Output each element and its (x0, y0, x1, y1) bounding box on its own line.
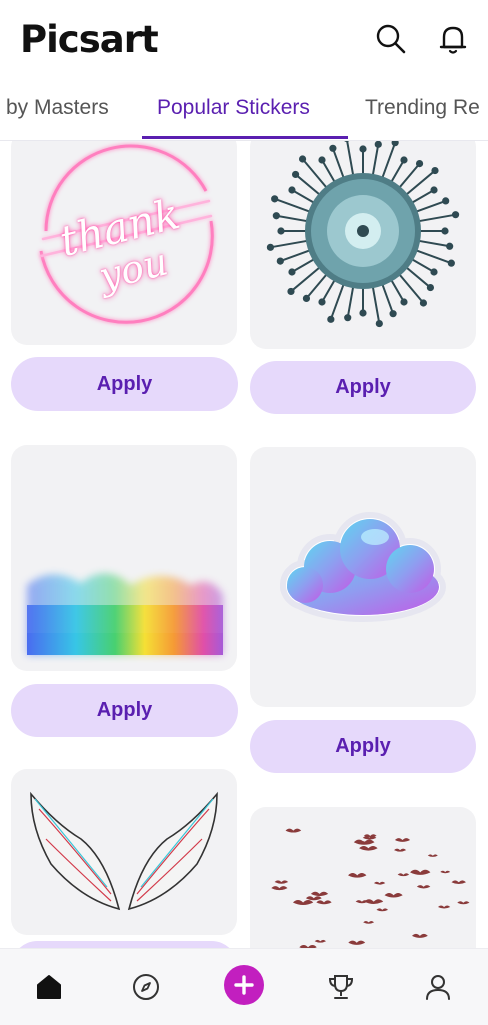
sticker-feed[interactable]: thank you Apply Apply (0, 141, 488, 948)
apply-button[interactable]: Apply (11, 357, 238, 411)
profile-icon[interactable] (418, 967, 458, 1007)
app-header: Picsart (0, 0, 488, 82)
tab-trending[interactable]: Trending Re (365, 96, 480, 120)
sticker-card-wings[interactable] (11, 769, 237, 935)
apply-button[interactable] (11, 941, 238, 948)
virus-sticker (250, 141, 476, 349)
rainbow-watercolor-sticker (11, 445, 237, 671)
trophy-icon[interactable] (321, 967, 361, 1007)
sticker-card-cloud[interactable] (250, 447, 476, 707)
cloud-sticker (250, 447, 476, 707)
apply-button[interactable]: Apply (250, 361, 476, 414)
sticker-card-rainbow[interactable] (11, 445, 237, 671)
apply-button[interactable]: Apply (11, 684, 238, 737)
home-icon[interactable] (29, 967, 69, 1007)
search-icon[interactable] (374, 22, 408, 56)
sticker-card-thank-you[interactable]: thank you (11, 141, 237, 345)
compass-icon[interactable] (126, 967, 166, 1007)
plus-icon (233, 974, 255, 996)
wings-sticker (11, 769, 237, 935)
bell-icon[interactable] (436, 22, 470, 56)
active-tab-indicator (142, 136, 348, 139)
create-button[interactable] (224, 965, 264, 1005)
tab-popular-stickers[interactable]: Popular Stickers (157, 96, 310, 120)
picsart-logo: Picsart (20, 18, 158, 61)
bottom-navigation (0, 948, 488, 1025)
birds-sticker (250, 807, 476, 948)
category-tabs: by Masters Popular Stickers Trending Re (0, 82, 488, 141)
tab-by-masters[interactable]: by Masters (6, 96, 109, 120)
sticker-card-virus[interactable] (250, 141, 476, 349)
apply-button[interactable]: Apply (250, 720, 476, 773)
sticker-card-birds[interactable] (250, 807, 476, 948)
